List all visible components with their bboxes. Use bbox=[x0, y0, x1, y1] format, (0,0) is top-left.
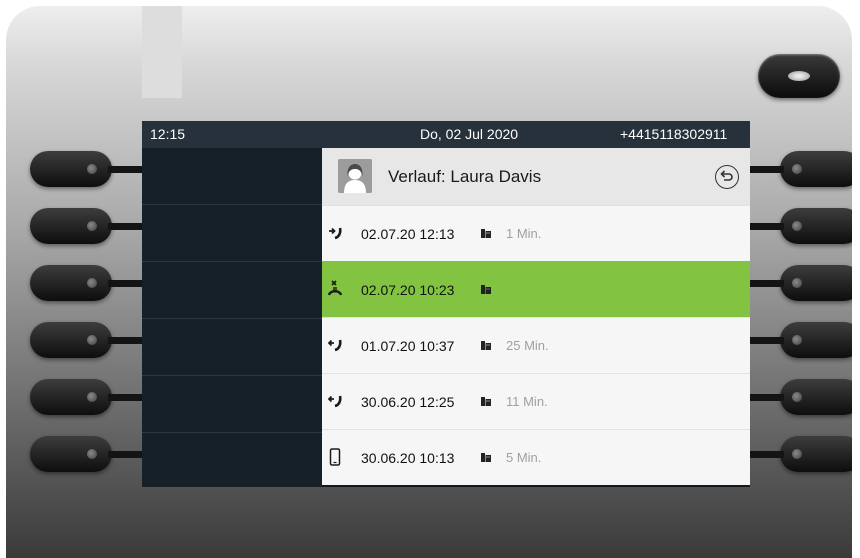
call-entry[interactable]: 30.06.20 12:25 11 Min. bbox=[322, 373, 750, 429]
incoming-call-icon bbox=[328, 339, 342, 352]
label-tab bbox=[142, 6, 182, 98]
left-softkey-2[interactable] bbox=[30, 208, 142, 244]
call-duration: 11 Min. bbox=[506, 394, 548, 409]
person-avatar-icon bbox=[338, 159, 372, 193]
divider bbox=[142, 375, 322, 376]
left-softkey-1[interactable] bbox=[30, 151, 142, 187]
call-entry-selected[interactable]: 02.07.20 10:23 bbox=[322, 261, 750, 317]
call-duration: 25 Min. bbox=[506, 338, 549, 353]
status-time: 12:15 bbox=[150, 126, 186, 142]
building-icon bbox=[481, 285, 491, 294]
right-softkey-4[interactable] bbox=[750, 322, 852, 358]
key-led-icon bbox=[87, 449, 97, 459]
history-header: Verlauf: Laura Davis bbox=[322, 148, 750, 205]
desk-phone: 12:15 Do, 02 Jul 2020 +4415118302911 Ver… bbox=[6, 6, 852, 558]
mobile-phone-icon bbox=[329, 448, 341, 466]
key-led-icon bbox=[792, 335, 802, 345]
left-softkey-4[interactable] bbox=[30, 322, 142, 358]
key-led-icon bbox=[87, 335, 97, 345]
call-datetime: 02.07.20 10:23 bbox=[361, 282, 455, 298]
call-datetime: 01.07.20 10:37 bbox=[361, 338, 455, 354]
status-bar: 12:15 Do, 02 Jul 2020 +4415118302911 bbox=[142, 121, 750, 148]
display-screen: 12:15 Do, 02 Jul 2020 +4415118302911 Ver… bbox=[142, 121, 750, 487]
call-duration: 1 Min. bbox=[506, 226, 542, 241]
divider bbox=[142, 318, 322, 319]
call-entry[interactable]: 30.06.20 10:13 5 Min. bbox=[322, 429, 750, 485]
building-icon bbox=[481, 229, 491, 238]
status-date: Do, 02 Jul 2020 bbox=[420, 126, 519, 142]
left-softkey-6[interactable] bbox=[30, 436, 142, 472]
call-datetime: 02.07.20 12:13 bbox=[361, 226, 455, 242]
incoming-call-icon bbox=[328, 395, 342, 408]
building-icon bbox=[481, 341, 491, 350]
left-softkey-labels bbox=[142, 148, 322, 487]
call-entry[interactable]: 02.07.20 12:13 1 Min. bbox=[322, 205, 750, 261]
left-softkey-3[interactable] bbox=[30, 265, 142, 301]
divider bbox=[142, 432, 322, 433]
key-led-icon bbox=[87, 392, 97, 402]
key-led-icon bbox=[792, 392, 802, 402]
call-datetime: 30.06.20 12:25 bbox=[361, 394, 455, 410]
right-softkey-1[interactable] bbox=[750, 151, 852, 187]
left-softkey-5[interactable] bbox=[30, 379, 142, 415]
back-button[interactable] bbox=[715, 165, 739, 189]
right-softkey-3[interactable] bbox=[750, 265, 852, 301]
building-icon bbox=[481, 397, 491, 406]
call-duration: 5 Min. bbox=[506, 450, 542, 465]
key-led-icon bbox=[792, 449, 802, 459]
key-led-icon bbox=[792, 278, 802, 288]
missed-call-icon bbox=[328, 280, 342, 296]
back-arrow-icon bbox=[720, 170, 733, 181]
page-title: Verlauf: Laura Davis bbox=[388, 167, 542, 186]
divider bbox=[142, 261, 322, 262]
key-led-icon bbox=[87, 164, 97, 174]
call-entry[interactable]: 01.07.20 10:37 25 Min. bbox=[322, 317, 750, 373]
key-led-icon bbox=[87, 221, 97, 231]
divider bbox=[142, 204, 322, 205]
right-softkey-2[interactable] bbox=[750, 208, 852, 244]
right-softkey-5[interactable] bbox=[750, 379, 852, 415]
outgoing-call-icon bbox=[329, 227, 342, 240]
top-hardware-key[interactable] bbox=[758, 54, 840, 98]
key-led-icon bbox=[87, 278, 97, 288]
building-icon bbox=[481, 453, 491, 462]
indicator-led-icon bbox=[788, 71, 810, 81]
own-phone-number: +4415118302911 bbox=[620, 126, 728, 142]
right-softkey-6[interactable] bbox=[750, 436, 852, 472]
key-led-icon bbox=[792, 164, 802, 174]
key-led-icon bbox=[792, 221, 802, 231]
call-datetime: 30.06.20 10:13 bbox=[361, 450, 455, 466]
